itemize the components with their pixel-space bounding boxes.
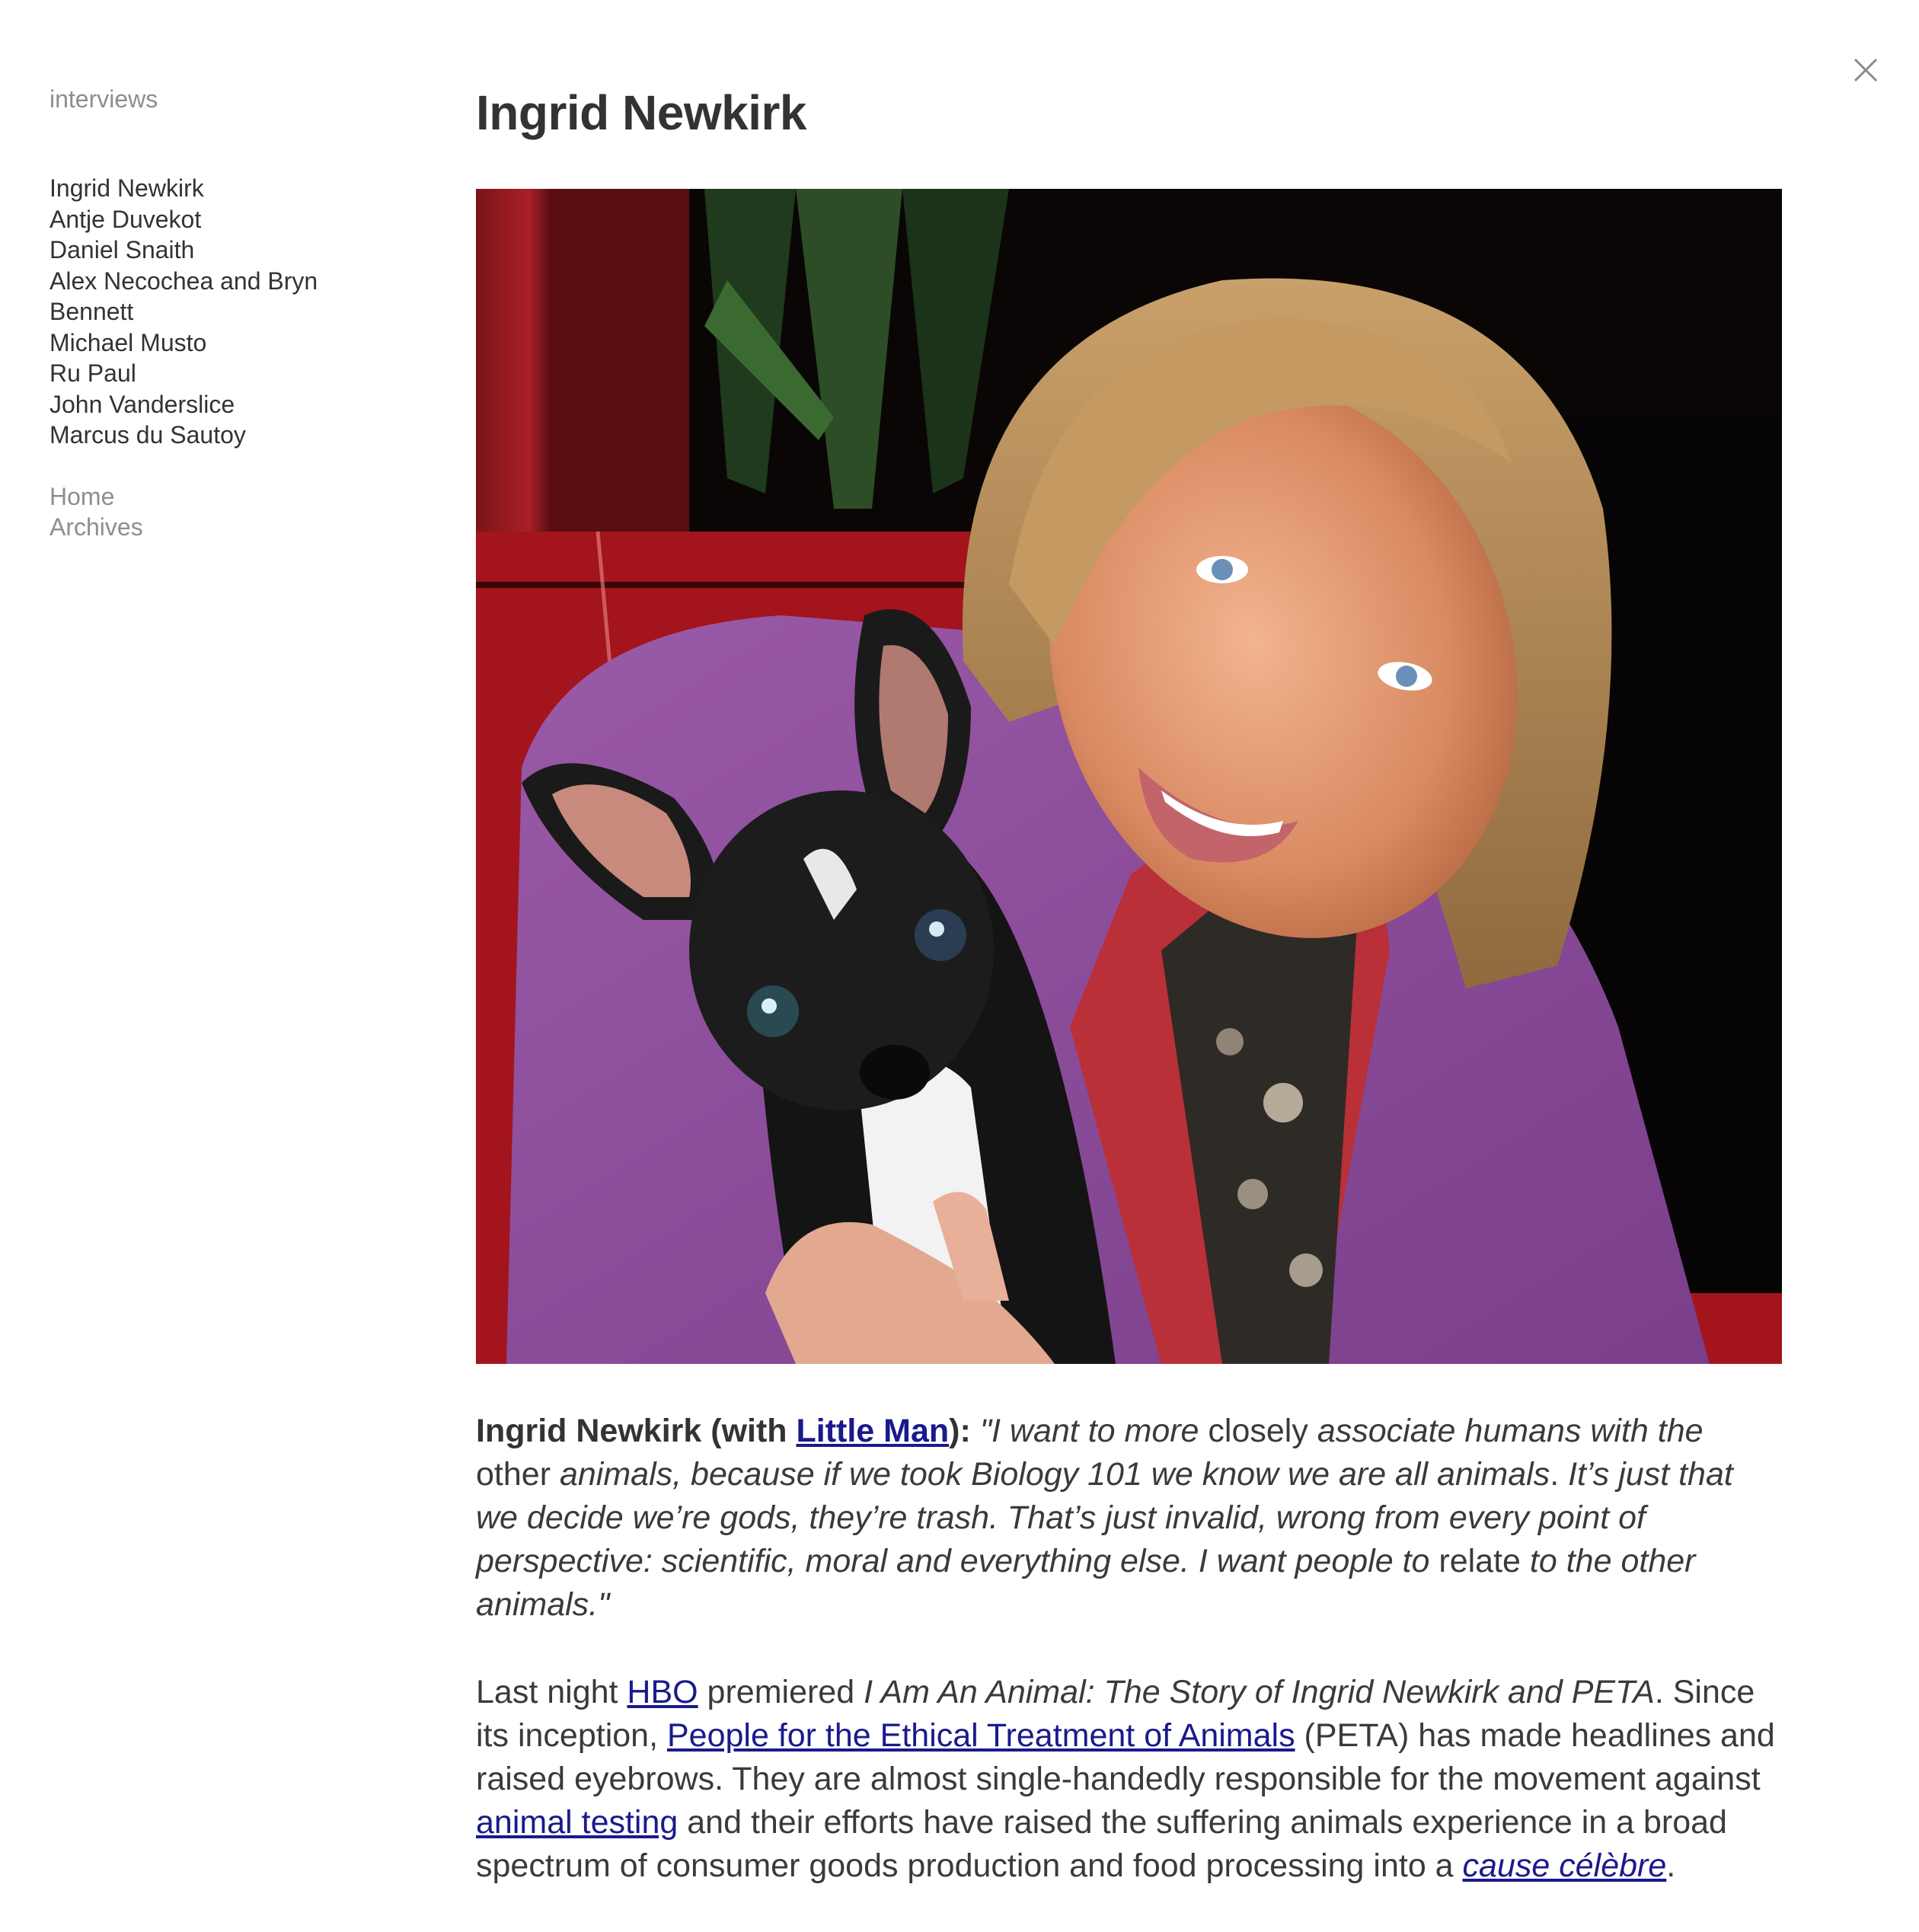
sidebar-item-marcus-du-sautoy[interactable]: Marcus du Sautoy (49, 420, 369, 451)
close-button[interactable] (1846, 50, 1885, 90)
sidebar-item-daniel-snaith[interactable]: Daniel Snaith (49, 235, 369, 266)
sidebar-item-antje-duvekot[interactable]: Antje Duvekot (49, 204, 369, 235)
close-icon (1854, 58, 1878, 82)
main-content: Ingrid Newkirk Ingrid Newkirk (with Litt… (476, 76, 1782, 1932)
sidebar-item-ingrid-newkirk[interactable]: Ingrid Newkirk (49, 173, 369, 204)
peta-link[interactable]: People for the Ethical Treatment of Anim… (667, 1717, 1295, 1754)
article-body: Ingrid Newkirk (with Little Man): "I wan… (476, 1410, 1782, 1888)
interview-quote: Ingrid Newkirk (with Little Man): "I wan… (476, 1413, 1733, 1623)
sidebar-item-ru-paul[interactable]: Ru Paul (49, 358, 369, 389)
archives-link[interactable]: Archives (49, 512, 369, 543)
sidebar-item-alex-necochea[interactable]: Alex Necochea and Bryn (49, 266, 369, 297)
intro-paragraph: Last night HBO premiered I Am An Animal:… (476, 1674, 1775, 1884)
sidebar-item-michael-musto[interactable]: Michael Musto (49, 327, 369, 359)
speaker-label: Ingrid Newkirk (with Little Man): (476, 1413, 971, 1449)
section-label: interviews (49, 85, 158, 113)
little-man-link[interactable]: Little Man (797, 1413, 950, 1449)
sidebar: interviews Ingrid Newkirk Antje Duvekot … (49, 84, 369, 543)
footer-links: Home Archives (49, 481, 369, 543)
home-link[interactable]: Home (49, 481, 369, 513)
cause-celebre-link[interactable]: cause célèbre (1463, 1847, 1667, 1884)
hbo-link[interactable]: HBO (627, 1674, 698, 1710)
page-title: Ingrid Newkirk (476, 85, 807, 140)
interview-list: Ingrid Newkirk Antje Duvekot Daniel Snai… (49, 173, 369, 451)
portrait-illustration (476, 189, 1782, 1364)
animal-testing-link[interactable]: animal testing (476, 1804, 678, 1841)
sidebar-item-bennett[interactable]: Bennett (49, 296, 369, 327)
hero-photo (476, 189, 1782, 1364)
film-title: I Am An Animal: The Story of Ingrid Newk… (864, 1674, 1655, 1710)
sidebar-item-john-vanderslice[interactable]: John Vanderslice (49, 389, 369, 420)
